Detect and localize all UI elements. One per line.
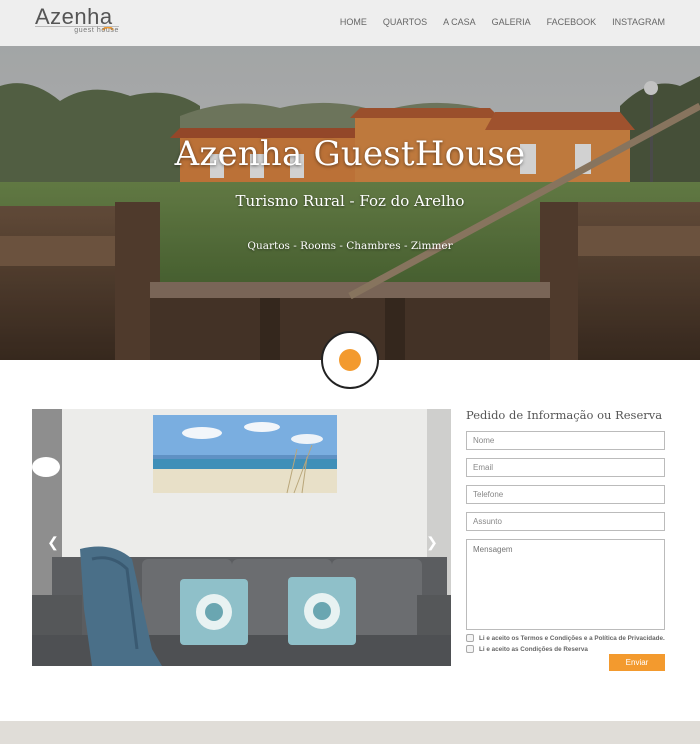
nav-facebook[interactable]: FACEBOOK [547,17,597,27]
nav-a-casa[interactable]: A CASA [443,17,476,27]
submit-button[interactable]: Enviar [609,654,665,671]
site-header: Azenha guest house HOME QUARTOS A CASA G… [0,0,700,46]
subject-field[interactable] [466,512,665,531]
hero-banner: Azenha GuestHouse Turismo Rural - Foz do… [0,46,700,360]
booking-checkbox[interactable] [466,645,474,653]
terms-checkbox[interactable] [466,634,474,642]
booking-label: Li e aceito as Condições de Reserva [479,645,588,653]
form-title: Pedido de Informação ou Reserva [466,408,663,422]
email-field[interactable] [466,458,665,477]
footer-band [0,721,700,744]
hero-languages: Quartos - Rooms - Chambres - Zimmer [247,240,453,252]
terms-label: Li e aceito os Termos e Condições e a Po… [479,634,665,642]
room-gallery: ❮ ❯ [32,409,451,666]
main-nav: HOME QUARTOS A CASA GALERIA FACEBOOK INS… [324,17,665,27]
logo-tagline: guest house [35,26,119,35]
scroll-indicator[interactable] [321,331,379,389]
nav-quartos[interactable]: QUARTOS [383,17,427,27]
chevron-right-icon[interactable]: ❯ [425,533,439,551]
nav-galeria[interactable]: GALERIA [492,17,531,27]
logo[interactable]: Azenha guest house [35,6,125,36]
booking-checkbox-row: Li e aceito as Condições de Reserva [466,644,588,654]
hero-subtitle: Turismo Rural - Foz do Arelho [235,192,465,210]
chevron-left-icon[interactable]: ❮ [46,533,60,551]
hero-title: Azenha GuestHouse [174,134,526,174]
name-field[interactable] [466,431,665,450]
room-photo [32,409,451,666]
orange-dot-icon [339,349,361,371]
phone-field[interactable] [466,485,665,504]
nav-home[interactable]: HOME [340,17,367,27]
contact-form: Pedido de Informação ou Reserva Li e ace… [466,406,666,671]
nav-instagram[interactable]: INSTAGRAM [612,17,665,27]
terms-checkbox-row: Li e aceito os Termos e Condições e a Po… [466,633,665,643]
message-field[interactable] [466,539,665,630]
